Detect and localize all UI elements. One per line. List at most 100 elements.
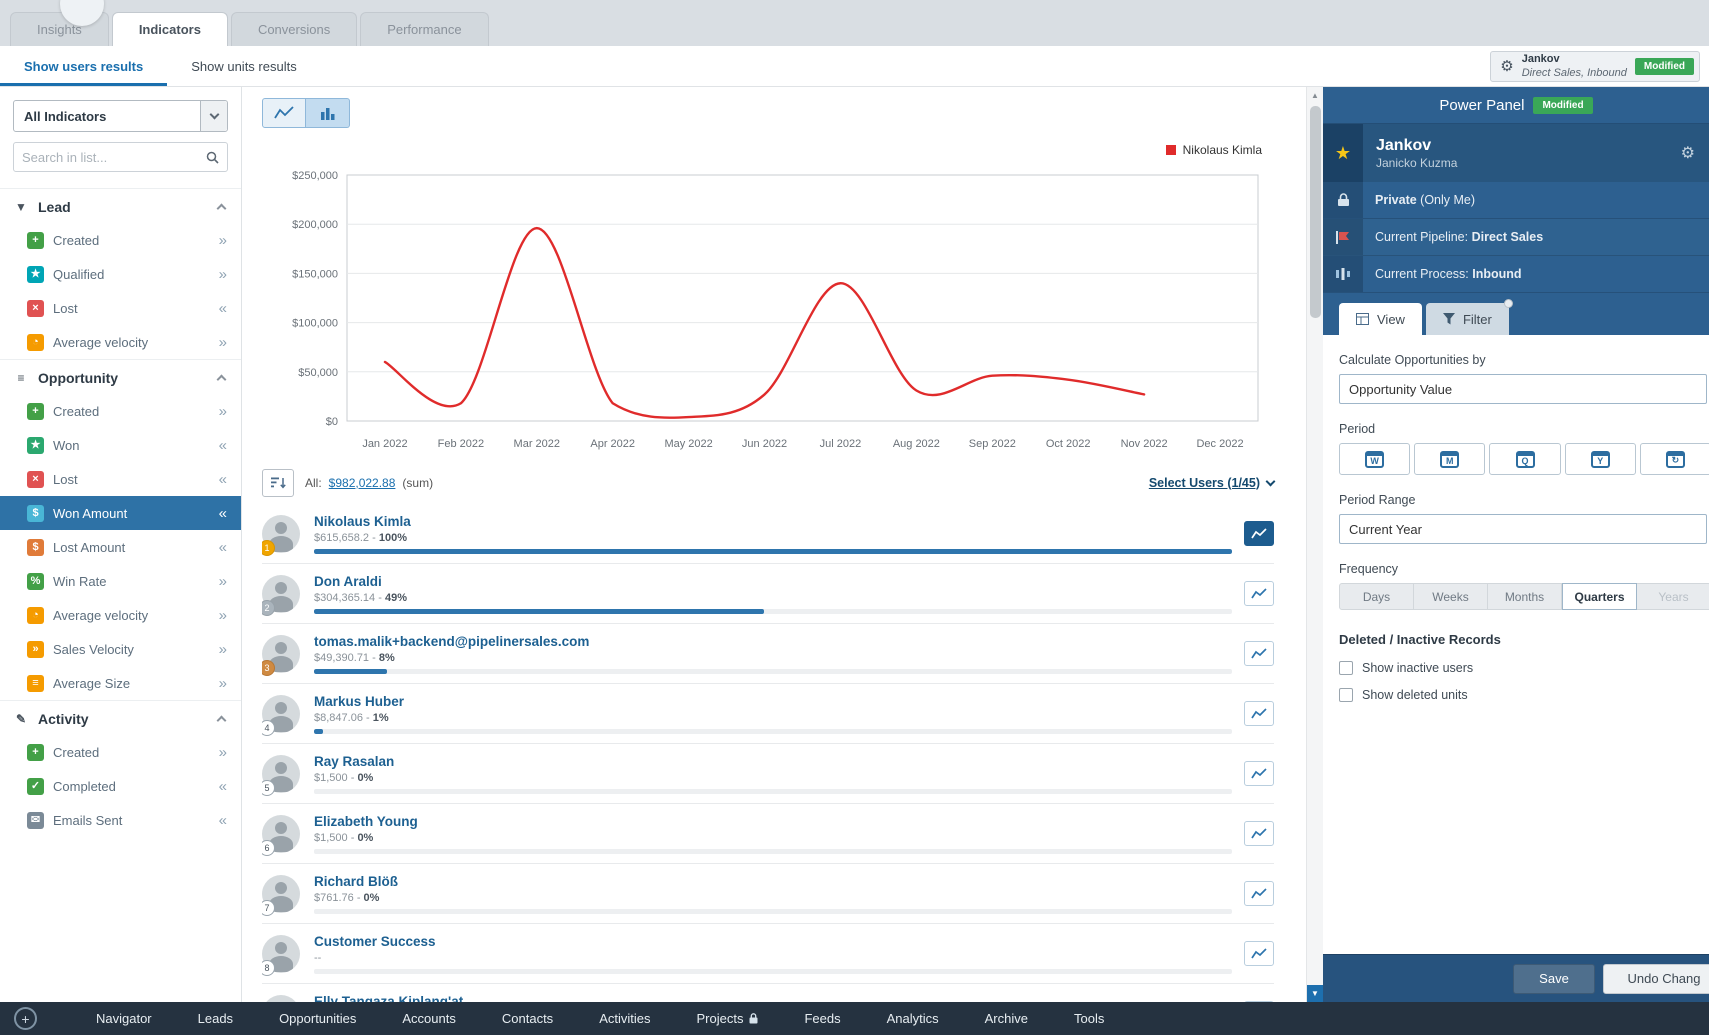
top-tab-indicators[interactable]: Indicators [111,12,228,46]
user-chart-toggle[interactable] [1244,821,1274,846]
total-amount-link[interactable]: $982,022.88 [329,476,396,490]
add-button[interactable]: + [14,1007,37,1030]
panel-tab-view[interactable]: View [1339,303,1422,335]
sidebar-item-opportunity-created[interactable]: + Created » [0,394,241,428]
user-name[interactable]: Don Araldi [314,574,1232,589]
user-name[interactable]: tomas.malik+backend@pipelinersales.com [314,634,1232,649]
checkbox[interactable] [1339,687,1353,702]
user-chart-toggle[interactable] [1244,641,1274,666]
double-chevron-left-icon[interactable]: « [219,812,227,829]
user-name[interactable]: Elly Tangaza Kiplang'at [314,994,1232,1003]
period-month-button[interactable]: M [1414,443,1486,475]
search-input[interactable] [22,149,206,165]
calc-opportunities-select[interactable]: Opportunity Value [1339,374,1707,404]
frequency-years[interactable]: Years [1637,583,1709,610]
period-quarter-button[interactable]: Q [1489,443,1561,475]
double-chevron-right-icon[interactable]: » [219,334,227,351]
user-chart-toggle[interactable] [1244,881,1274,906]
sidebar-item-lead-qualified[interactable]: ★ Qualified » [0,257,241,291]
sidebar-item-opportunity-won[interactable]: ★ Won « [0,428,241,462]
period-range-input[interactable]: Current Year [1339,514,1707,544]
double-chevron-right-icon[interactable]: » [219,266,227,283]
nav-leads[interactable]: Leads [175,1002,256,1035]
checkbox[interactable] [1339,660,1353,675]
star-icon[interactable]: ★ [1323,124,1363,182]
line-chart-toggle[interactable] [262,98,306,128]
double-chevron-left-icon[interactable]: « [219,437,227,454]
section-header-opportunity[interactable]: ≡ Opportunity [0,359,241,394]
top-tab-conversions[interactable]: Conversions [230,12,358,46]
scroll-down-button[interactable]: ▼ [1306,985,1324,1002]
double-chevron-left-icon[interactable]: « [219,539,227,556]
double-chevron-right-icon[interactable]: » [219,573,227,590]
sidebar-item-opportunity-average-velocity[interactable]: ◔ Average velocity » [0,598,241,632]
user-chart-toggle[interactable] [1244,761,1274,786]
frequency-days[interactable]: Days [1339,583,1414,610]
double-chevron-right-icon[interactable]: » [219,641,227,658]
bar-chart-toggle[interactable] [306,98,350,128]
user-name[interactable]: Markus Huber [314,694,1232,709]
section-header-lead[interactable]: ▼ Lead [0,188,241,223]
double-chevron-right-icon[interactable]: » [219,403,227,420]
sort-button[interactable] [262,468,294,497]
sidebar-item-activity-completed[interactable]: ✓ Completed « [0,769,241,803]
panel-tab-filter[interactable]: Filter [1425,299,1513,335]
sidebar-item-opportunity-lost-amount[interactable]: $ Lost Amount « [0,530,241,564]
frequency-months[interactable]: Months [1488,583,1562,610]
nav-analytics[interactable]: Analytics [864,1002,962,1035]
scroll-up-button[interactable]: ▲ [1307,87,1324,104]
user-name[interactable]: Elizabeth Young [314,814,1232,829]
indicators-dropdown[interactable]: All Indicators [13,100,228,132]
user-chart-toggle[interactable] [1244,581,1274,606]
checkbox-row-show-inactive-users[interactable]: Show inactive users [1339,654,1709,681]
user-chart-toggle[interactable] [1244,701,1274,726]
double-chevron-left-icon[interactable]: « [219,300,227,317]
user-chart-toggle[interactable] [1244,521,1274,546]
sidebar-item-lead-created[interactable]: + Created » [0,223,241,257]
user-row[interactable]: 2 Don Araldi $304,365.14 - 49% [262,564,1274,624]
save-button[interactable]: Save [1513,963,1595,994]
period-year-button[interactable]: Y [1564,443,1636,475]
gear-icon[interactable]: ⚙ [1681,143,1709,163]
double-chevron-left-icon[interactable]: « [219,471,227,488]
double-chevron-right-icon[interactable]: » [219,607,227,624]
user-chart-toggle[interactable] [1244,941,1274,966]
nav-accounts[interactable]: Accounts [379,1002,478,1035]
sidebar-item-opportunity-lost[interactable]: × Lost « [0,462,241,496]
nav-tools[interactable]: Tools [1051,1002,1127,1035]
nav-opportunities[interactable]: Opportunities [256,1002,379,1035]
double-chevron-left-icon[interactable]: « [219,505,227,522]
nav-activities[interactable]: Activities [576,1002,673,1035]
nav-archive[interactable]: Archive [962,1002,1051,1035]
period-rolling-button[interactable]: ↻ [1639,443,1709,475]
sub-tab-show-units-results[interactable]: Show units results [167,46,321,86]
double-chevron-right-icon[interactable]: » [219,232,227,249]
sub-tab-show-users-results[interactable]: Show users results [0,46,168,86]
checkbox-row-show-deleted-units[interactable]: Show deleted units [1339,681,1709,708]
nav-navigator[interactable]: Navigator [73,1002,175,1035]
user-name[interactable]: Richard Blöß [314,874,1232,889]
sidebar-item-opportunity-average-size[interactable]: ≡ Average Size » [0,666,241,700]
section-header-activity[interactable]: ✎ Activity [0,700,241,735]
user-row[interactable]: 4 Markus Huber $8,847.06 - 1% [262,684,1274,744]
user-name[interactable]: Ray Rasalan [314,754,1232,769]
nav-projects[interactable]: Projects [673,1002,781,1035]
chevron-down-icon[interactable] [200,101,227,131]
double-chevron-right-icon[interactable]: » [219,744,227,761]
sidebar-item-activity-created[interactable]: + Created » [0,735,241,769]
user-row[interactable]: 7 Richard Blöß $761.76 - 0% [262,864,1274,924]
sidebar-item-opportunity-win-rate[interactable]: % Win Rate » [0,564,241,598]
sidebar-item-opportunity-won-amount[interactable]: $ Won Amount « [0,496,241,530]
sidebar-item-lead-lost[interactable]: × Lost « [0,291,241,325]
period-week-button[interactable]: W [1339,443,1411,475]
user-name[interactable]: Customer Success [314,934,1232,949]
user-row[interactable]: 1 Nikolaus Kimla $615,658.2 - 100% [262,504,1274,564]
nav-contacts[interactable]: Contacts [479,1002,576,1035]
sidebar-item-activity-emails-sent[interactable]: ✉ Emails Sent « [0,803,241,837]
user-row[interactable]: 3 tomas.malik+backend@pipelinersales.com $… [262,624,1274,684]
undo-changes-button[interactable]: Undo Chang [1603,963,1709,994]
double-chevron-right-icon[interactable]: » [219,675,227,692]
top-tab-performance[interactable]: Performance [360,12,489,46]
sidebar-item-lead-average-velocity[interactable]: ◔ Average velocity » [0,325,241,359]
frequency-weeks[interactable]: Weeks [1414,583,1488,610]
